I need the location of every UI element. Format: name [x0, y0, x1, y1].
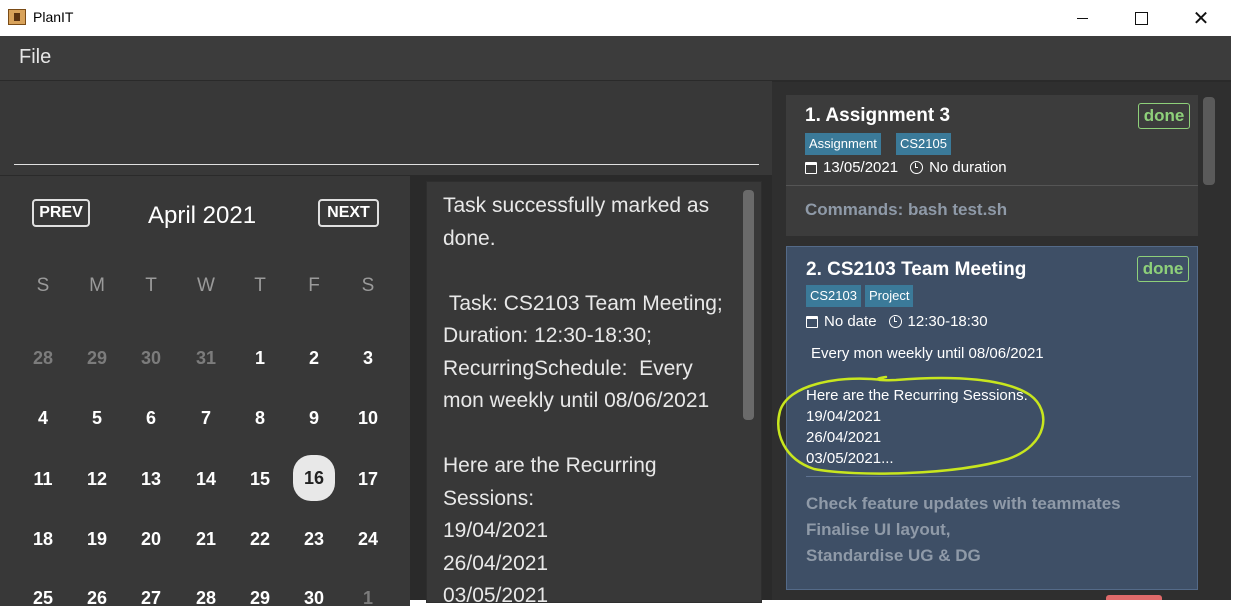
clock-icon [888, 315, 902, 328]
calendar-day[interactable]: 18 [23, 529, 63, 550]
calendar-day[interactable]: 1 [240, 348, 280, 369]
task-date: 13/05/2021 [823, 159, 899, 176]
calendar-day[interactable]: 30 [131, 348, 171, 369]
calendar-day[interactable]: 23 [294, 529, 334, 550]
calendar-day[interactable]: 31 [186, 348, 226, 369]
highlight-circle-annotation [777, 375, 1045, 475]
calendar-day[interactable]: 30 [294, 588, 334, 609]
command-input-underline [14, 164, 759, 165]
calendar-day[interactable]: 12 [77, 469, 117, 490]
clock-icon [910, 161, 924, 174]
task-description: Check feature updates with teammates Fin… [806, 494, 1121, 565]
calendar-day[interactable]: 25 [23, 588, 63, 609]
weekday-label: M [89, 275, 105, 296]
calendar-day[interactable]: 15 [240, 469, 280, 490]
calendar-day[interactable]: 4 [23, 408, 63, 429]
maximize-button[interactable] [1112, 0, 1170, 36]
calendar-icon [806, 315, 818, 328]
task-meta: No date 12:30-18:30 [806, 313, 988, 330]
task-duration: No duration [929, 159, 1007, 176]
calendar-day[interactable]: 3 [348, 348, 388, 369]
calendar-day-today[interactable]: 16 [293, 455, 335, 501]
weekday-label: S [361, 275, 375, 296]
status-badge: done [1138, 103, 1190, 129]
calendar-day[interactable]: 29 [77, 348, 117, 369]
calendar-day[interactable]: 29 [240, 588, 280, 609]
minimize-icon [1076, 17, 1088, 19]
task-meta: 13/05/2021 No duration [805, 159, 1007, 176]
result-text: Task successfully marked as done. Task: … [443, 194, 723, 603]
calendar-month-title: April 2021 [148, 202, 257, 229]
task-title: 1. Assignment 3 [805, 105, 951, 126]
main-area: PREV April 2021 NEXT S M T W T F S 28 29… [0, 81, 1231, 608]
task-date: No date [824, 313, 877, 330]
minimize-button[interactable] [1053, 0, 1111, 36]
task-list-scrollbar[interactable] [1203, 97, 1215, 185]
app-icon [8, 9, 26, 25]
calendar-icon [805, 161, 817, 174]
task-card[interactable]: 1. Assignment 3 done Assignment CS2105 1… [786, 95, 1198, 185]
maximize-icon [1134, 11, 1148, 25]
weekday-label: T [254, 275, 266, 296]
calendar-day[interactable]: 24 [348, 529, 388, 550]
calendar-day[interactable]: 9 [294, 408, 334, 429]
calendar-day[interactable]: 17 [348, 469, 388, 490]
result-display: Task successfully marked as done. Task: … [426, 181, 762, 603]
weekday-label: W [197, 275, 215, 296]
calendar-day[interactable]: 19 [77, 529, 117, 550]
calendar-day[interactable]: 5 [77, 408, 117, 429]
calendar-day[interactable]: 28 [186, 588, 226, 609]
task-duration: 12:30-18:30 [907, 313, 988, 330]
task-title: 2. CS2103 Team Meeting [806, 259, 1027, 280]
calendar-day[interactable]: 8 [240, 408, 280, 429]
weekday-label: T [145, 275, 157, 296]
calendar-panel: PREV April 2021 NEXT S M T W T F S 28 29… [0, 176, 410, 609]
weekday-label: F [308, 275, 320, 296]
next-month-button[interactable]: NEXT [318, 199, 379, 227]
calendar-day[interactable]: 20 [131, 529, 171, 550]
tag-badge: Assignment [805, 133, 881, 155]
menu-file[interactable]: File [19, 46, 51, 69]
calendar-day[interactable]: 21 [186, 529, 226, 550]
weekday-label: S [36, 275, 50, 296]
tag-badge: Project [865, 285, 914, 307]
calendar-day[interactable]: 2 [294, 348, 334, 369]
calendar-day[interactable]: 1 [348, 588, 388, 609]
highlight-stroke [777, 375, 1045, 475]
tag-badge: CS2103 [806, 285, 861, 307]
status-badge: done [1137, 256, 1189, 282]
title-bar: PlanIT ✕ [0, 0, 1233, 36]
prev-month-button[interactable]: PREV [32, 199, 90, 227]
calendar-day[interactable]: 26 [77, 588, 117, 609]
calendar-day[interactable]: 11 [23, 469, 63, 490]
calendar-day[interactable]: 28 [23, 348, 63, 369]
command-box[interactable] [0, 81, 772, 175]
tag-badge: CS2105 [896, 133, 951, 155]
calendar-day[interactable]: 6 [131, 408, 171, 429]
close-icon: ✕ [1192, 7, 1210, 30]
calendar-day[interactable]: 10 [348, 408, 388, 429]
result-scrollbar[interactable] [743, 190, 754, 420]
task-list: 1. Assignment 3 done Assignment CS2105 1… [772, 82, 1231, 600]
close-button[interactable]: ✕ [1172, 0, 1230, 36]
task-recurrence: Every mon weekly until 08/06/2021 [811, 345, 1044, 362]
calendar-day[interactable]: 13 [131, 469, 171, 490]
window-title: PlanIT [33, 9, 74, 25]
task-description: Commands: bash test.sh [805, 200, 1008, 219]
menu-bar: File [0, 36, 1231, 81]
task-card-footer: Commands: bash test.sh [786, 185, 1198, 236]
next-task-badge-edge [1106, 595, 1162, 600]
calendar-day[interactable]: 22 [240, 529, 280, 550]
calendar-day[interactable]: 14 [186, 469, 226, 490]
calendar-day[interactable]: 7 [186, 408, 226, 429]
calendar-day[interactable]: 27 [131, 588, 171, 609]
